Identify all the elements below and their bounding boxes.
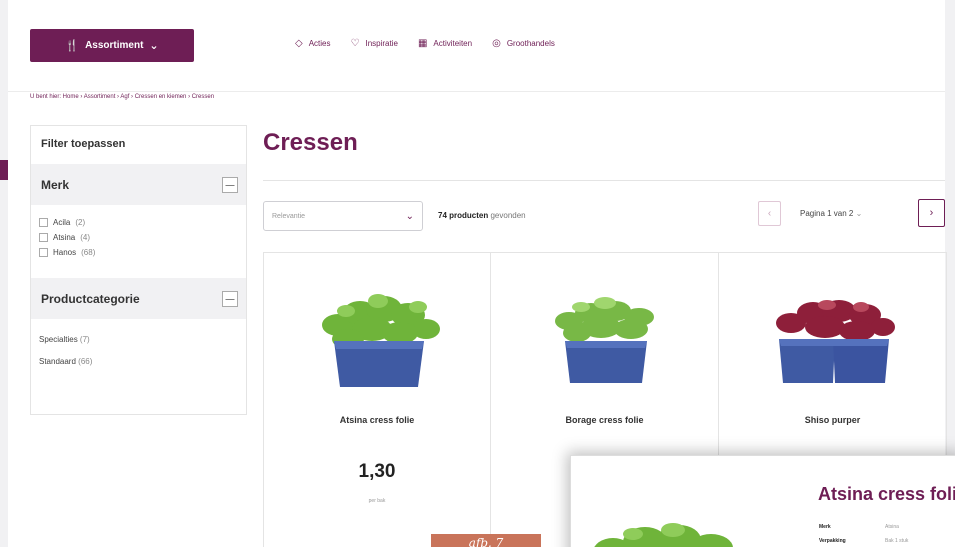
tag-icon: ◇ xyxy=(295,38,303,49)
category-option-standaard[interactable]: Standaard (66) xyxy=(39,357,236,379)
brand-filter-header[interactable]: Merk — xyxy=(31,164,246,205)
brand-count: (4) xyxy=(80,233,91,242)
spec-key: Merk xyxy=(819,524,831,530)
page: 🍴 Assortiment ⌄ ◇ Acties ♡ Inspiratie ▦ … xyxy=(0,0,955,547)
product-name[interactable]: Atsina cress folie xyxy=(264,415,490,425)
calendar-icon: ▦ xyxy=(417,38,428,49)
category-filter-list: Specialties (7) Standaard (66) xyxy=(31,319,246,379)
product-image-cress[interactable] xyxy=(308,283,448,393)
product-name[interactable]: Borage cress folie xyxy=(491,415,718,425)
nav-link-label: Acties xyxy=(308,39,331,48)
chevron-down-icon: ⌄ xyxy=(405,210,414,222)
spec-value: Bak 1 stuk xyxy=(885,538,909,544)
checkbox[interactable] xyxy=(39,218,48,227)
overlay-product-title: Atsina cress folie xyxy=(818,484,955,504)
collapse-icon[interactable]: — xyxy=(222,176,238,193)
brand-option-atsina[interactable]: Atsina (4) xyxy=(39,230,236,245)
assortment-label: Assortiment xyxy=(85,40,144,51)
category-label: Specialties xyxy=(39,335,78,344)
spec-value: Atsina xyxy=(885,524,899,530)
nav-link-label: Inspiratie xyxy=(365,39,398,48)
product-card[interactable]: Atsina cress folie 1,30 per bak xyxy=(263,253,491,547)
brand-option-acila[interactable]: Acila (2) xyxy=(39,215,236,230)
filter-panel: Filter toepassen Merk — Acila (2) Atsina… xyxy=(30,125,247,415)
result-count: 74 producten gevonden xyxy=(438,211,526,220)
spec-row: Merk Atsina xyxy=(819,524,899,530)
product-price: 1,30 xyxy=(358,461,396,482)
left-accent-marker xyxy=(0,160,8,180)
result-count-number: 74 producten xyxy=(438,211,489,220)
category-count: (66) xyxy=(78,357,93,366)
chevron-left-icon: ‹ xyxy=(767,208,772,219)
checkbox[interactable] xyxy=(39,233,48,242)
brand-label: Atsina xyxy=(53,233,76,242)
product-detail-overlay: Atsina cress folie Merk Atsina Verpakkin… xyxy=(570,455,955,547)
location-pin-icon: ◎ xyxy=(492,38,501,49)
brand-option-hanos[interactable]: Hanos (68) xyxy=(39,245,236,260)
nav-link-groothandels[interactable]: ◎ Groothandels xyxy=(492,38,555,49)
nav-link-label: Groothandels xyxy=(506,39,555,48)
divider xyxy=(263,180,945,181)
filter-title: Filter toepassen xyxy=(41,138,126,150)
product-unit: per bak xyxy=(368,498,386,504)
spec-key: Verpakking xyxy=(819,538,846,544)
product-image-shiso-purple[interactable] xyxy=(763,283,903,393)
nav-link-label: Activiteiten xyxy=(433,39,473,48)
lightbulb-icon: ♡ xyxy=(350,38,360,49)
breadcrumb[interactable]: U bent hier: Home › Assortiment › Agf › … xyxy=(30,94,214,100)
category-count: (7) xyxy=(79,335,90,344)
nav-links: ◇ Acties ♡ Inspiratie ▦ Activiteiten ◎ G… xyxy=(295,38,555,49)
overlay-product-image xyxy=(594,523,733,547)
previous-page-button[interactable]: ‹ xyxy=(758,201,781,226)
top-navigation: 🍴 Assortiment ⌄ ◇ Acties ♡ Inspiratie ▦ … xyxy=(8,0,945,92)
brand-label: Hanos xyxy=(53,248,77,257)
category-option-specialties[interactable]: Specialties (7) xyxy=(39,335,236,357)
brand-filter-list: Acila (2) Atsina (4) Hanos (68) xyxy=(31,205,246,266)
spec-row: Verpakking Bak 1 stuk xyxy=(819,538,908,544)
assortment-button[interactable]: 🍴 Assortiment ⌄ xyxy=(30,29,194,62)
brand-label: Acila xyxy=(53,218,71,227)
left-margin xyxy=(0,0,8,547)
pagination-label: Pagina 1 van 2 xyxy=(800,209,854,218)
nav-link-acties[interactable]: ◇ Acties xyxy=(295,38,331,49)
brand-count: (2) xyxy=(75,218,86,227)
figure-caption: afb. 7 xyxy=(431,534,541,547)
checkbox[interactable] xyxy=(39,248,48,257)
page-title: Cressen xyxy=(263,129,358,156)
next-page-button[interactable]: › xyxy=(918,199,945,227)
chevron-down-icon: ⌄ xyxy=(855,209,863,218)
chevron-right-icon: › xyxy=(929,207,934,219)
category-label: Standaard xyxy=(39,357,76,366)
brand-filter-heading: Merk xyxy=(41,177,70,192)
nav-link-activiteiten[interactable]: ▦ Activiteiten xyxy=(418,38,472,49)
collapse-icon[interactable]: — xyxy=(222,290,238,307)
product-name[interactable]: Shiso purper xyxy=(719,415,946,425)
sort-select[interactable]: Relevantie ⌄ xyxy=(263,201,423,231)
pagination-select[interactable]: Pagina 1 van 2 ⌄ xyxy=(800,209,862,218)
sort-value: Relevantie xyxy=(272,212,306,220)
product-image-borage-cress[interactable] xyxy=(535,283,675,393)
nav-link-inspiratie[interactable]: ♡ Inspiratie xyxy=(351,38,398,49)
cutlery-icon: 🍴 xyxy=(65,40,80,52)
result-count-suffix: gevonden xyxy=(490,211,526,220)
brand-count: (68) xyxy=(81,248,96,257)
chevron-down-icon: ⌄ xyxy=(149,40,159,52)
category-filter-header[interactable]: Productcategorie — xyxy=(31,278,246,319)
category-filter-heading: Productcategorie xyxy=(41,291,140,306)
